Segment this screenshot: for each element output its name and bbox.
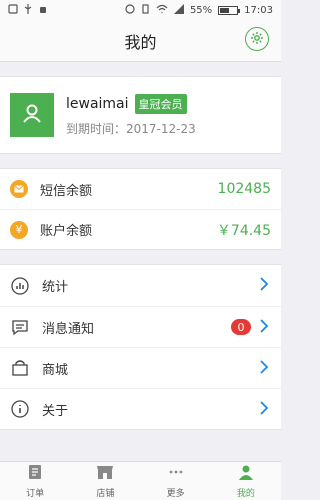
chevron-right-icon bbox=[259, 318, 269, 337]
profile-name-row: lewaimai 皇冠会员 bbox=[66, 93, 196, 114]
expire-row: 到期时间：2017-12-23 bbox=[66, 120, 196, 137]
status-bar: 55% 17:03 bbox=[0, 0, 281, 20]
chart-icon bbox=[10, 276, 30, 296]
page-title: 我的 bbox=[124, 32, 157, 52]
account-balance-amount: ￥74.45 bbox=[216, 222, 271, 239]
yen-icon: ¥ bbox=[10, 220, 28, 239]
chevron-right-icon bbox=[259, 359, 269, 378]
nav-label: 更多 bbox=[166, 488, 185, 499]
sms-balance-label: 短信余额 bbox=[40, 183, 93, 199]
nav-label: 店铺 bbox=[96, 488, 115, 499]
username: lewaimai bbox=[66, 95, 129, 112]
gear-icon bbox=[250, 30, 264, 49]
menu-item-statistics[interactable]: 统计 bbox=[0, 265, 281, 306]
balance-section: 短信余额 ￥74.45 102485 ¥ 账户余额 ￥74.45 bbox=[0, 168, 281, 250]
usb-icon bbox=[24, 3, 32, 17]
shop-bag-icon bbox=[10, 358, 30, 378]
nav-item-more[interactable]: 更多 bbox=[141, 462, 211, 500]
menu-item-about[interactable]: 关于 bbox=[0, 388, 281, 429]
account-balance-row[interactable]: ¥ 账户余额 ￥74.45 bbox=[0, 209, 281, 249]
envelope-icon bbox=[10, 180, 28, 198]
vibrate-icon bbox=[141, 3, 150, 17]
battery-percent: 55% bbox=[189, 4, 213, 16]
status-right: 55% 17:03 bbox=[125, 3, 273, 17]
sms-balance-row[interactable]: 短信余额 ￥74.45 102485 bbox=[0, 169, 281, 209]
info-icon bbox=[10, 399, 30, 419]
chevron-right-icon bbox=[259, 276, 269, 295]
wifi-icon bbox=[156, 4, 168, 17]
status-left bbox=[8, 3, 48, 17]
menu-item-label: 关于 bbox=[42, 403, 69, 419]
alarm-icon bbox=[125, 3, 135, 17]
nav-item-mine[interactable]: 我的 bbox=[211, 462, 281, 500]
clock: 17:03 bbox=[244, 4, 273, 16]
notification-count-badge: 0 bbox=[231, 319, 251, 335]
menu-item-label: 消息通知 bbox=[42, 321, 95, 337]
menu-item-notifications[interactable]: 消息通知 0 bbox=[0, 306, 281, 347]
expire-label: 到期时间： bbox=[66, 121, 127, 136]
battery-icon bbox=[218, 5, 241, 15]
android-icon bbox=[38, 4, 48, 17]
menu-item-label: 统计 bbox=[42, 280, 69, 295]
nav-label: 订单 bbox=[26, 488, 45, 499]
profile-card[interactable]: lewaimai 皇冠会员 到期时间：2017-12-23 bbox=[0, 76, 281, 154]
profile-info: lewaimai 皇冠会员 到期时间：2017-12-23 bbox=[66, 93, 196, 137]
menu-item-shop[interactable]: 商城 bbox=[0, 347, 281, 388]
chevron-right-icon bbox=[259, 400, 269, 419]
user-icon bbox=[238, 464, 254, 484]
store-icon bbox=[96, 464, 114, 484]
menu-list: 统计 消息通知 0 商城 关于 bbox=[0, 264, 281, 430]
battery-level bbox=[220, 7, 229, 13]
user-icon bbox=[21, 102, 43, 128]
sms-balance-amount: 102485 bbox=[217, 181, 271, 197]
nav-label: 我的 bbox=[236, 488, 255, 499]
avatar[interactable] bbox=[10, 93, 54, 137]
expire-date: 2017-12-23 bbox=[126, 121, 196, 136]
notification-icon bbox=[8, 3, 18, 17]
nav-item-store[interactable]: 店铺 bbox=[70, 462, 140, 500]
settings-button[interactable] bbox=[245, 27, 269, 51]
header: 我的 bbox=[0, 20, 281, 62]
account-balance-label: 账户余额 bbox=[40, 224, 93, 239]
order-icon bbox=[27, 464, 43, 484]
menu-item-label: 商城 bbox=[42, 362, 69, 378]
member-badge: 皇冠会员 bbox=[134, 93, 187, 114]
nav-item-orders[interactable]: 订单 bbox=[0, 462, 70, 500]
more-icon bbox=[168, 464, 184, 484]
bottom-nav: 订单 店铺 更多 我的 bbox=[0, 461, 281, 500]
message-icon bbox=[10, 317, 30, 337]
signal-icon bbox=[173, 3, 184, 17]
